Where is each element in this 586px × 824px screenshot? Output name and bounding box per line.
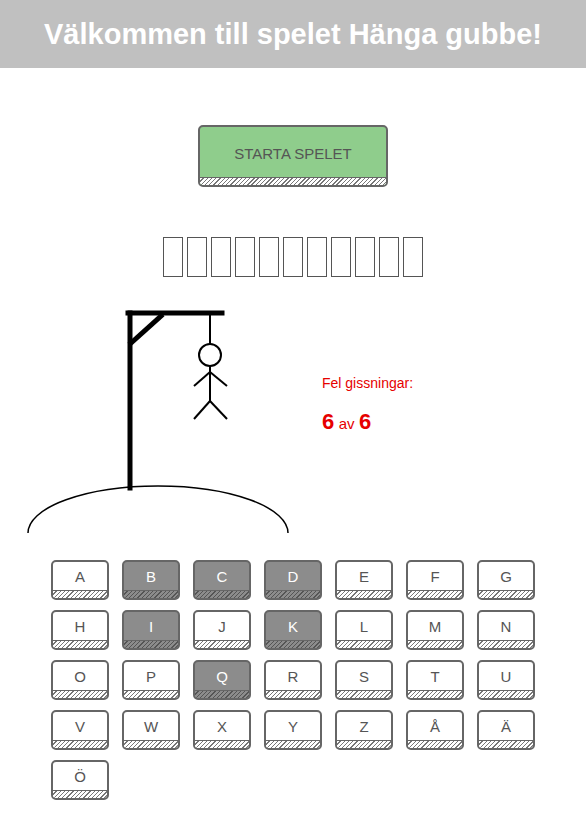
letter-key: Q: [193, 660, 251, 700]
stick-figure-icon: [194, 344, 227, 419]
letter-key[interactable]: L: [335, 610, 393, 650]
letter-key[interactable]: H: [51, 610, 109, 650]
letter-slot: [259, 237, 279, 277]
gallows-icon: [128, 313, 222, 488]
letter-key[interactable]: J: [193, 610, 251, 650]
wrong-guesses: Fel gissningar: 6 av 6: [322, 308, 413, 543]
letter-slot: [283, 237, 303, 277]
letter-slot: [355, 237, 375, 277]
letter-slot: [163, 237, 183, 277]
wrong-guesses-count: 6 av 6: [322, 409, 413, 435]
letter-key[interactable]: E: [335, 560, 393, 600]
letter-key[interactable]: R: [264, 660, 322, 700]
letter-slot: [235, 237, 255, 277]
hangman-page: Välkommen till spelet Hänga gubbe! START…: [0, 0, 586, 824]
hill: [28, 486, 288, 533]
letter-key[interactable]: A: [51, 560, 109, 600]
letter-slot: [331, 237, 351, 277]
start-button[interactable]: STARTA SPELET: [198, 125, 388, 187]
letter-slot: [211, 237, 231, 277]
letter-keyboard: A B C D E F G H I J K L M N O P Q R S T …: [0, 560, 586, 800]
letter-key[interactable]: O: [51, 660, 109, 700]
letter-key[interactable]: Y: [264, 710, 322, 750]
letter-slot: [379, 237, 399, 277]
letter-key[interactable]: Å: [406, 710, 464, 750]
letter-key[interactable]: G: [477, 560, 535, 600]
letter-key[interactable]: S: [335, 660, 393, 700]
letter-slot: [187, 237, 207, 277]
letter-key: C: [193, 560, 251, 600]
letter-slot: [403, 237, 423, 277]
letter-slot: [307, 237, 327, 277]
page-title: Välkommen till spelet Hänga gubbe!: [44, 18, 542, 51]
word-slots: [0, 237, 586, 279]
letter-key[interactable]: X: [193, 710, 251, 750]
letter-key: D: [264, 560, 322, 600]
letter-key[interactable]: Ä: [477, 710, 535, 750]
letter-key[interactable]: M: [406, 610, 464, 650]
letter-key[interactable]: F: [406, 560, 464, 600]
letter-key[interactable]: Ö: [51, 760, 109, 800]
letter-key[interactable]: V: [51, 710, 109, 750]
letter-key[interactable]: W: [122, 710, 180, 750]
letter-key[interactable]: U: [477, 660, 535, 700]
header: Välkommen till spelet Hänga gubbe!: [0, 0, 586, 68]
letter-key[interactable]: P: [122, 660, 180, 700]
letter-key: K: [264, 610, 322, 650]
hangman-drawing: [0, 308, 290, 543]
letter-key: I: [122, 610, 180, 650]
wrong-guesses-label: Fel gissningar:: [322, 375, 413, 391]
letter-key[interactable]: T: [406, 660, 464, 700]
letter-key[interactable]: N: [477, 610, 535, 650]
letter-key[interactable]: Z: [335, 710, 393, 750]
letter-key: B: [122, 560, 180, 600]
